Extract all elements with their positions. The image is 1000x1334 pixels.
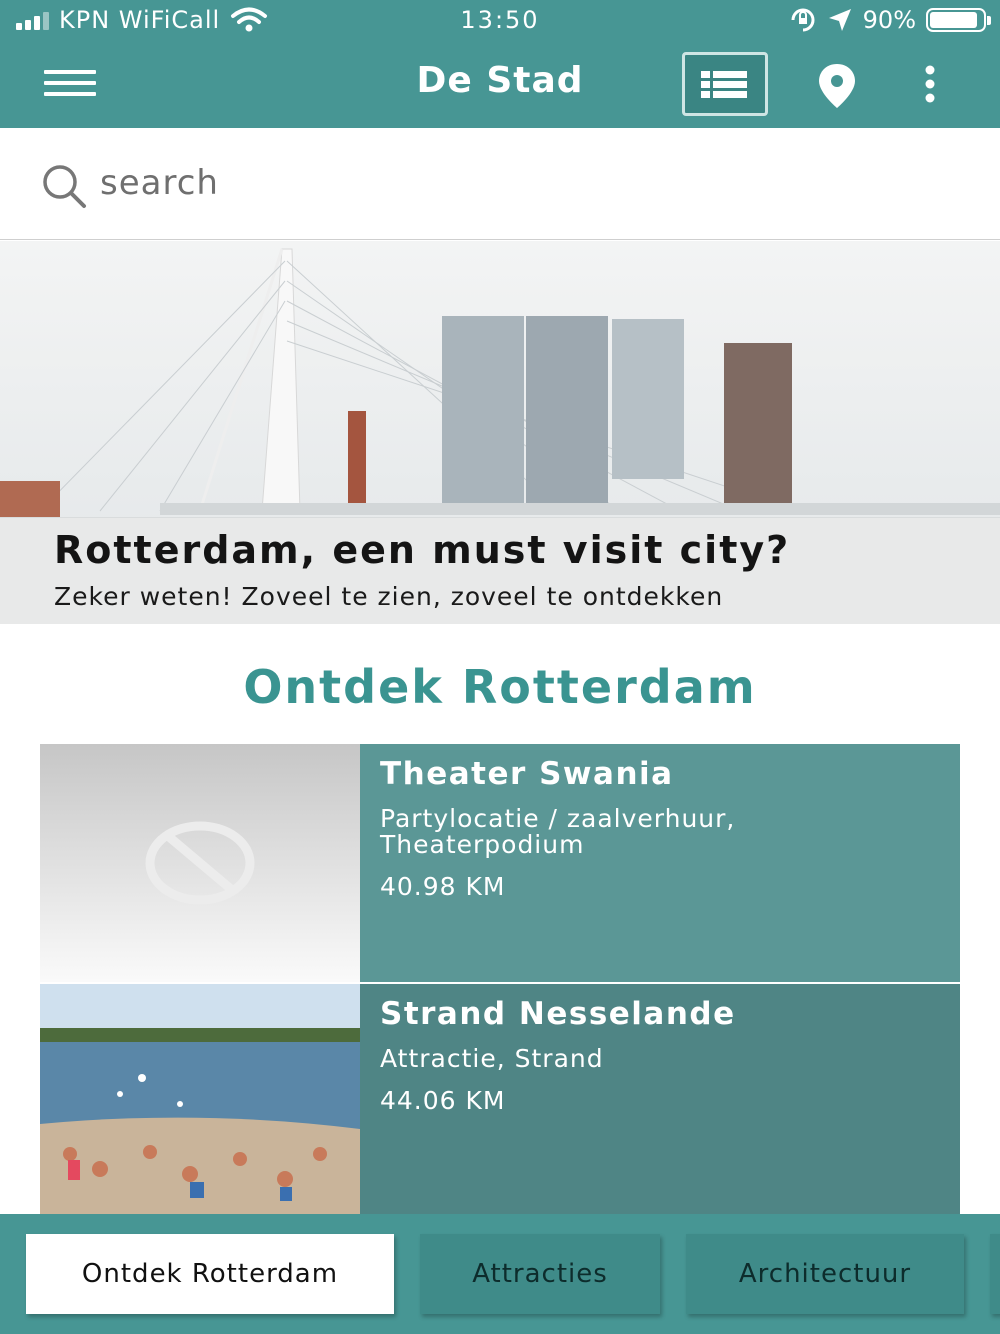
tab-ontdek-rotterdam[interactable]: Ontdek Rotterdam <box>26 1234 394 1314</box>
status-right: 90% <box>789 6 991 34</box>
category-tab-bar: Ontdek Rotterdam Attracties Architectuur <box>0 1214 1000 1334</box>
beach-photo <box>40 984 360 1222</box>
place-info: Theater Swania Partylocatie / zaalverhuu… <box>360 744 960 982</box>
place-card[interactable]: Strand Nesselande Attractie, Strand 44.0… <box>40 984 960 1222</box>
no-image-icon <box>145 821 255 905</box>
place-name: Theater Swania <box>380 756 674 792</box>
search-bar <box>0 128 1000 240</box>
place-categories: Partylocatie / zaalverhuur, Theaterpodiu… <box>380 804 736 859</box>
battery-icon <box>926 8 991 32</box>
section-title: Ontdek Rotterdam <box>243 660 757 714</box>
hero-banner[interactable]: Rotterdam, een must visit city? Zeker we… <box>0 241 1000 624</box>
more-vertical-icon <box>925 65 935 103</box>
place-info: Strand Nesselande Attractie, Strand 44.0… <box>360 984 960 1222</box>
map-pin-icon <box>819 64 855 108</box>
place-card[interactable]: Theater Swania Partylocatie / zaalverhuu… <box>40 744 960 982</box>
list-view-button[interactable] <box>682 52 768 116</box>
tab-attracties[interactable]: Attracties <box>420 1234 660 1314</box>
location-arrow-icon <box>828 9 851 31</box>
search-input[interactable] <box>100 158 960 208</box>
map-view-button[interactable] <box>812 62 862 110</box>
app-header: KPN WiFiCall 13:50 90% De Stad <box>0 0 1000 128</box>
more-options-button[interactable] <box>910 64 950 108</box>
battery-fill <box>930 12 977 28</box>
tab-next[interactable] <box>990 1234 1000 1314</box>
rotation-lock-icon <box>791 8 815 32</box>
tab-architectuur[interactable]: Architectuur <box>686 1234 964 1314</box>
place-distance: 44.06 KM <box>380 1086 506 1115</box>
list-view-icon <box>701 71 747 98</box>
place-categories: Attractie, Strand <box>380 1044 604 1073</box>
battery-percent: 90% <box>862 6 916 34</box>
place-distance: 40.98 KM <box>380 872 506 901</box>
hero-subtitle: Zeker weten! Zoveel te zien, zoveel te o… <box>54 582 724 611</box>
search-icon <box>43 165 86 208</box>
place-thumbnail <box>40 744 360 982</box>
place-thumbnail <box>40 984 360 1222</box>
place-name: Strand Nesselande <box>380 996 736 1032</box>
status-bar: KPN WiFiCall 13:50 90% <box>0 0 1000 42</box>
hero-title: Rotterdam, een must visit city? <box>54 528 791 572</box>
